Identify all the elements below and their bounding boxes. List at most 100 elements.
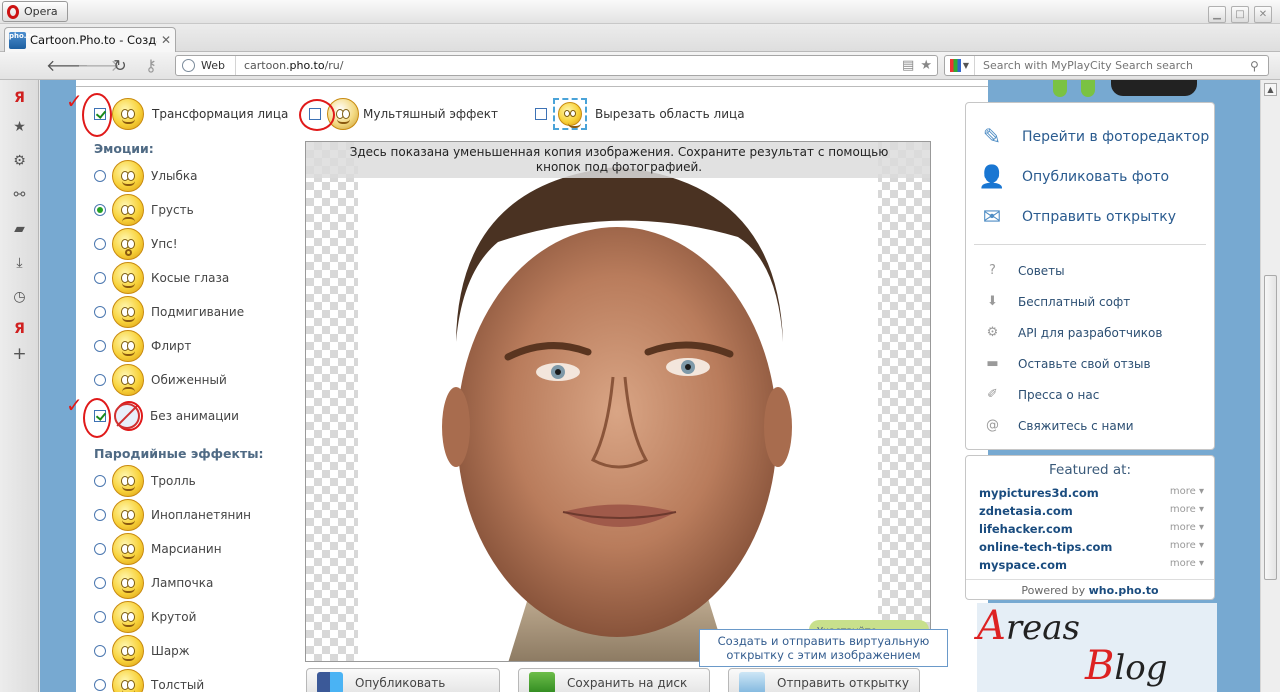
settings-gear-icon[interactable]: ⚙	[11, 152, 28, 169]
page-scrollbar[interactable]: ▲	[1260, 80, 1280, 692]
parody-radio[interactable]	[94, 475, 106, 487]
crop-face-checkbox[interactable]	[535, 108, 547, 120]
featured-item[interactable]: online-tech-tips.com more ▾	[979, 540, 1204, 554]
featured-item[interactable]: lifehacker.com more ▾	[979, 522, 1204, 536]
address-scheme[interactable]: Web	[176, 56, 236, 75]
unite-icon[interactable]: ⚯	[11, 186, 28, 203]
featured-site[interactable]: zdnetasia.com	[979, 504, 1073, 518]
parody-item-martian[interactable]: Марсианин	[94, 532, 222, 566]
emotion-item-oops[interactable]: Упс!	[94, 227, 178, 261]
address-bar[interactable]: Web cartoon.pho.to/ru/ ▤ ★	[175, 55, 938, 76]
yandex-bookmark-icon[interactable]: Я	[11, 320, 28, 337]
forward-button[interactable]: 🡒	[77, 56, 120, 76]
emotion-radio[interactable]	[94, 340, 106, 352]
publish-photo-link[interactable]: 👤 Опубликовать фото	[976, 163, 1169, 191]
emotion-item-offended[interactable]: Обиженный	[94, 363, 227, 397]
more-link[interactable]: more	[1170, 540, 1196, 551]
parody-radio[interactable]	[94, 611, 106, 623]
emotion-radio[interactable]	[94, 238, 106, 250]
parody-item-alien[interactable]: Инопланетянин	[94, 498, 251, 532]
crop-face-option[interactable]: Вырезать область лица	[535, 98, 745, 130]
yandex-icon[interactable]: Я	[11, 89, 28, 106]
watermark-word-blog: log	[1114, 648, 1168, 688]
search-icon[interactable]: ⚲	[1250, 59, 1268, 73]
maximize-button[interactable]: □	[1231, 6, 1249, 23]
featured-site[interactable]: mypictures3d.com	[979, 486, 1099, 500]
parody-label: Тролль	[151, 474, 196, 488]
address-url[interactable]: cartoon.pho.to/ru/	[236, 59, 902, 72]
featured-item[interactable]: myspace.com more ▾	[979, 558, 1204, 572]
downloads-icon[interactable]: ⤓	[11, 254, 28, 271]
free-software-link[interactable]: ⬇ Бесплатный софт	[985, 294, 1130, 309]
featured-item[interactable]: zdnetasia.com more ▾	[979, 504, 1204, 518]
tab-cartoon-pho-to[interactable]: pho.to Cartoon.Pho.to - Созда... ✕	[4, 27, 176, 52]
press-link[interactable]: ✐ Пресса о нас	[985, 387, 1099, 402]
featured-site[interactable]: myspace.com	[979, 558, 1067, 572]
emotion-radio[interactable]	[94, 374, 106, 386]
more-link[interactable]: more	[1170, 486, 1196, 497]
emotion-item-sad[interactable]: Грусть	[94, 193, 194, 227]
history-clock-icon[interactable]: ◷	[11, 288, 28, 305]
parody-item-bulb[interactable]: Лампочка	[94, 566, 213, 600]
rss-feed-icon[interactable]: ▤	[902, 58, 914, 73]
parody-item-caricature[interactable]: Шарж	[94, 634, 190, 668]
emotion-radio[interactable]	[94, 272, 106, 284]
more-link[interactable]: more	[1170, 522, 1196, 533]
more-link[interactable]: more	[1170, 558, 1196, 569]
bookmark-star-icon[interactable]: ★	[920, 58, 932, 73]
photo-editor-link[interactable]: ✎ Перейти в фоторедактор	[976, 123, 1209, 151]
key-icon[interactable]: ⚷	[140, 56, 162, 76]
featured-item[interactable]: mypictures3d.com more ▾	[979, 486, 1204, 500]
face-transform-option[interactable]: Трансформация лица	[94, 98, 288, 130]
cartoon-effect-option[interactable]: Мультяшный эффект	[309, 98, 498, 130]
powered-link[interactable]: who.pho.to	[1089, 584, 1159, 597]
send-label: Отправить открытку	[777, 676, 910, 690]
search-input[interactable]	[975, 59, 1250, 72]
close-window-button[interactable]: ✕	[1254, 6, 1272, 23]
emotion-radio[interactable]	[94, 306, 106, 318]
emotion-item-wink[interactable]: Подмигивание	[94, 295, 244, 329]
api-link[interactable]: ⚙ API для разработчиков	[985, 325, 1163, 340]
more-link[interactable]: more	[1170, 504, 1196, 515]
parody-item-troll[interactable]: Тролль	[94, 464, 196, 498]
parody-item-cool[interactable]: Крутой	[94, 600, 196, 634]
scrollbar-thumb[interactable]	[1264, 275, 1277, 580]
scroll-up-arrow-icon[interactable]: ▲	[1264, 83, 1277, 96]
parody-radio[interactable]	[94, 509, 106, 521]
emotion-radio-selected[interactable]	[94, 204, 106, 216]
notes-icon[interactable]: ▰	[11, 220, 28, 237]
add-panel-icon[interactable]: +	[11, 344, 28, 364]
emotion-radio[interactable]	[94, 170, 106, 182]
minimize-button[interactable]: ▁	[1208, 6, 1226, 23]
no-animation-option[interactable]: Без анимации	[94, 399, 239, 433]
emotion-item-smile[interactable]: Улыбка	[94, 159, 197, 193]
send-postcard-link[interactable]: ✉ Отправить открытку	[976, 203, 1176, 231]
save-to-disk-button[interactable]: Сохранить на диск	[518, 668, 710, 692]
search-bar[interactable]: ▼ ⚲	[944, 55, 1269, 76]
wink-face-icon	[112, 296, 144, 328]
parody-radio[interactable]	[94, 543, 106, 555]
parody-radio[interactable]	[94, 645, 106, 657]
annotation-circle-2	[299, 99, 335, 131]
send-card-button[interactable]: Отправить открытку	[728, 668, 920, 692]
feedback-link[interactable]: ▬ Оставьте свой отзыв	[985, 356, 1150, 371]
parody-item-fat[interactable]: Толстый	[94, 668, 204, 692]
emotion-item-flirt[interactable]: Флирт	[94, 329, 191, 363]
watermark-initial-b: B	[1085, 643, 1115, 689]
back-button[interactable]: 🡐	[46, 56, 89, 76]
publish-button[interactable]: Опубликовать	[306, 668, 500, 692]
featured-site[interactable]: online-tech-tips.com	[979, 540, 1112, 554]
reload-button[interactable]: ↻	[109, 56, 131, 76]
featured-site[interactable]: lifehacker.com	[979, 522, 1073, 536]
search-engine-selector[interactable]: ▼	[945, 56, 975, 75]
parody-radio[interactable]	[94, 679, 106, 691]
parody-radio[interactable]	[94, 577, 106, 589]
navigation-bar: 🡐 🡒 ↻ ⚷ Web cartoon.pho.to/ru/ ▤ ★ ▼ ⚲	[0, 52, 1280, 80]
opera-menu-button[interactable]: Opera	[2, 1, 68, 22]
emotion-item-cross-eyed[interactable]: Косые глаза	[94, 261, 229, 295]
tab-close-icon[interactable]: ✕	[161, 33, 171, 47]
bookmarks-star-icon[interactable]: ★	[11, 118, 28, 135]
tips-link[interactable]: ? Советы	[985, 263, 1065, 278]
no-animation-checkbox[interactable]	[94, 410, 106, 422]
contact-link[interactable]: @ Свяжитесь с нами	[985, 418, 1134, 433]
